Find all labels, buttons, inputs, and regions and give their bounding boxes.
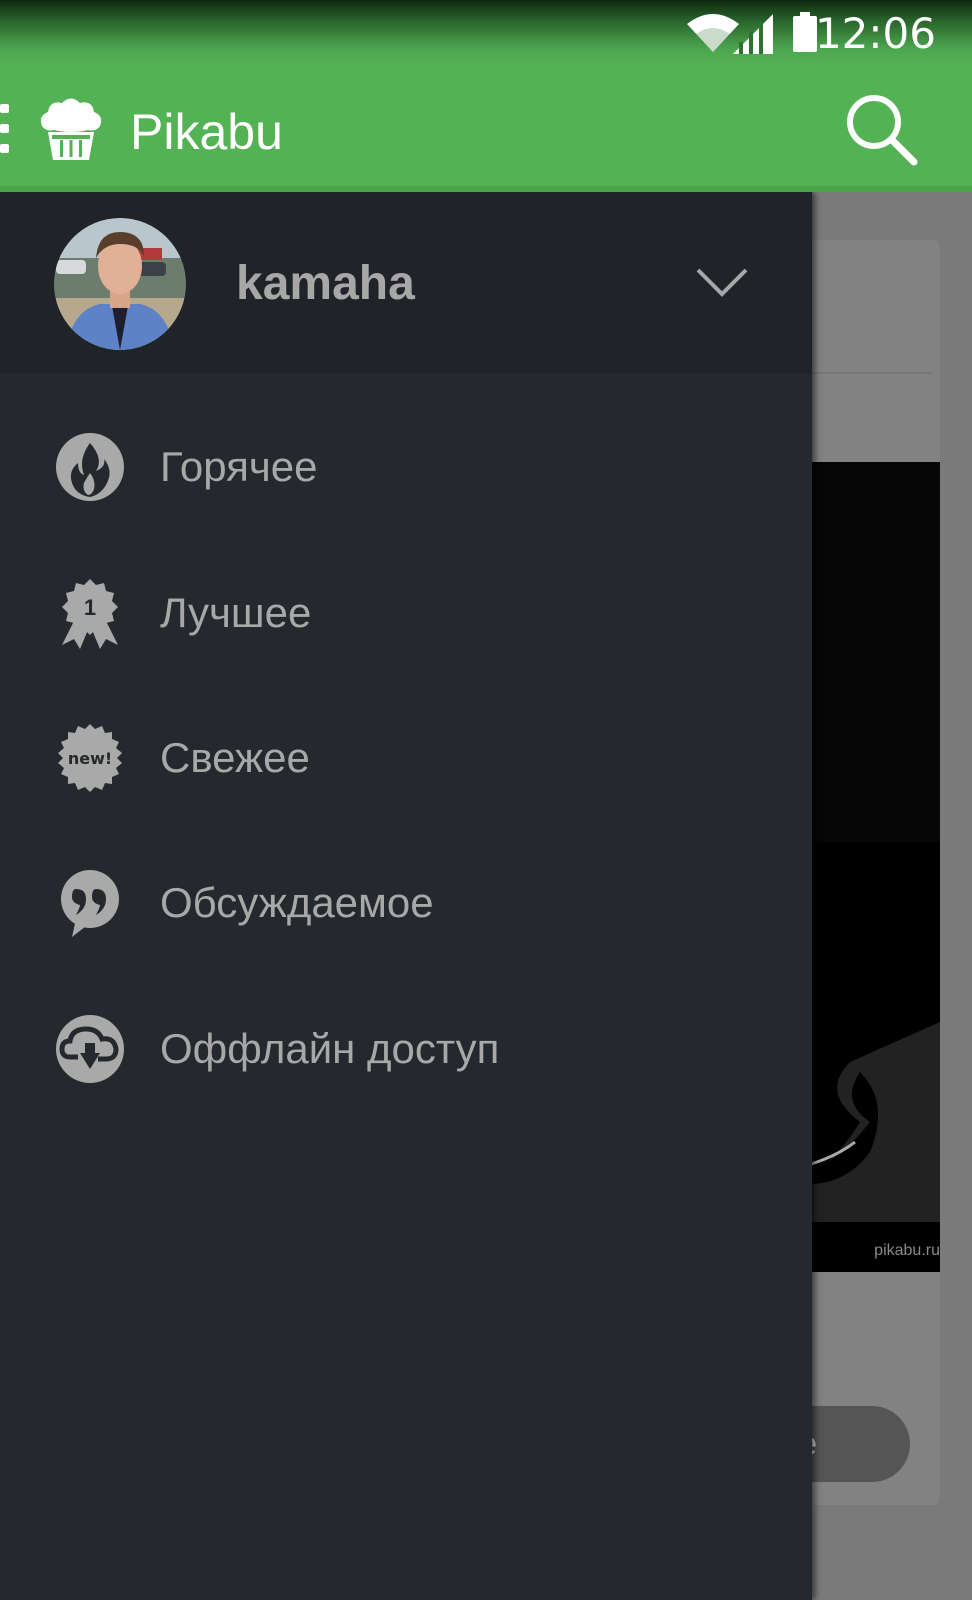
search-icon[interactable] (844, 92, 920, 168)
menu-item-label: Свежее (160, 734, 310, 781)
menu-item-discussed[interactable]: Обсуждаемое (0, 843, 812, 963)
menu-item-label: Обсуждаемое (160, 879, 434, 926)
menu-icon[interactable] (0, 104, 10, 156)
app-title: Pikabu (130, 104, 283, 160)
chevron-down-icon[interactable] (692, 260, 752, 304)
wifi-icon (687, 14, 739, 52)
app-bar: Pikabu (0, 66, 972, 192)
new-badge-icon: new! (58, 724, 122, 792)
menu-item-offline[interactable]: Оффлайн доступ (0, 989, 812, 1109)
menu-item-label: Лучшее (160, 589, 312, 636)
avatar[interactable] (54, 218, 186, 350)
feed-image-watermark: pikabu.ru (874, 1242, 940, 1259)
cupcake-logo-icon (40, 98, 102, 160)
cloud-download-icon (56, 1015, 124, 1083)
signal-icon (733, 14, 773, 54)
menu-item-label: Горячее (160, 443, 318, 490)
menu-item-best[interactable]: 1 Лучшее (0, 553, 812, 673)
new-badge-text: new! (68, 749, 112, 768)
navigation-drawer: kamaha Горячее 1 Лучшее new! Свежее Обсу… (0, 192, 812, 1600)
username: kamaha (236, 257, 415, 310)
status-time: 12:06 (814, 9, 936, 58)
award-ribbon-icon: 1 (62, 579, 118, 649)
status-bar: 12:06 (0, 0, 972, 66)
menu-item-hot[interactable]: Горячее (0, 407, 812, 527)
award-ribbon-badge: 1 (84, 595, 96, 620)
drawer-header: kamaha (0, 192, 812, 373)
quote-bubble-icon (61, 870, 119, 937)
battery-icon (793, 12, 817, 52)
menu-item-label: Оффлайн доступ (160, 1025, 500, 1072)
menu-item-new[interactable]: new! Свежее (0, 698, 812, 818)
fire-icon (56, 433, 124, 501)
